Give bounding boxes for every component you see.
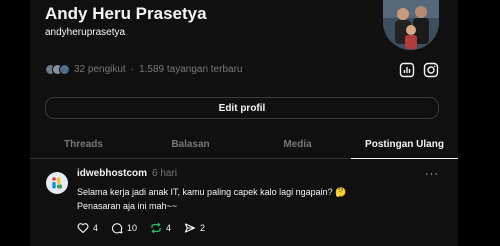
bar-chart-icon (399, 62, 415, 78)
heart-icon (77, 223, 89, 234)
post-text-line: Selama kerja jadi anak IT, kamu paling c… (77, 187, 347, 197)
more-options-button[interactable]: ··· (425, 168, 439, 180)
reply-button[interactable]: 10 (111, 222, 137, 234)
comment-icon (112, 223, 123, 234)
tab-media[interactable]: Media (244, 131, 351, 159)
tab-reposts[interactable]: Postingan Ulang (351, 131, 458, 159)
followers-count[interactable]: 32 pengikut (74, 64, 126, 75)
tab-replies[interactable]: Balasan (137, 131, 244, 159)
instagram-icon (423, 62, 439, 78)
like-button[interactable]: 4 (77, 222, 98, 234)
share-button[interactable]: 2 (184, 222, 205, 234)
follower-avatars (45, 64, 70, 75)
post-actions: 4 10 4 2 (77, 222, 218, 234)
post-time: 6 hari (152, 168, 178, 179)
post-header: idwebhostcom 6 hari (77, 168, 177, 179)
separator: · (130, 64, 135, 75)
views-count: 1.589 tayangan terbaru (139, 64, 243, 75)
share-count: 2 (200, 223, 206, 233)
post-username[interactable]: idwebhostcom (77, 168, 147, 179)
send-icon (184, 223, 196, 233)
insights-button[interactable] (398, 61, 416, 79)
like-count: 4 (93, 223, 99, 233)
followers-row[interactable]: 32 pengikut · 1.589 tayangan terbaru (45, 64, 242, 75)
follower-avatar (59, 64, 70, 75)
post-text-line: Penasaran aja ini mah~~ (77, 201, 178, 211)
post-text: Selama kerja jadi anak IT, kamu paling c… (77, 185, 346, 213)
profile-handle: andyheruprasetya (45, 27, 126, 38)
profile-name: Andy Heru Prasetya (45, 4, 207, 23)
repost-button[interactable]: 4 (150, 222, 171, 234)
profile-tabs: Threads Balasan Media Postingan Ulang (30, 131, 458, 159)
idwebhost-logo-icon (52, 177, 62, 189)
edit-profile-button[interactable]: Edit profil (45, 97, 439, 119)
post-author-avatar[interactable] (46, 172, 68, 194)
repost-count: 4 (166, 223, 172, 233)
reply-count: 10 (127, 223, 138, 233)
instagram-button[interactable] (422, 61, 440, 79)
tab-threads[interactable]: Threads (30, 131, 137, 159)
repost-icon (151, 222, 161, 234)
